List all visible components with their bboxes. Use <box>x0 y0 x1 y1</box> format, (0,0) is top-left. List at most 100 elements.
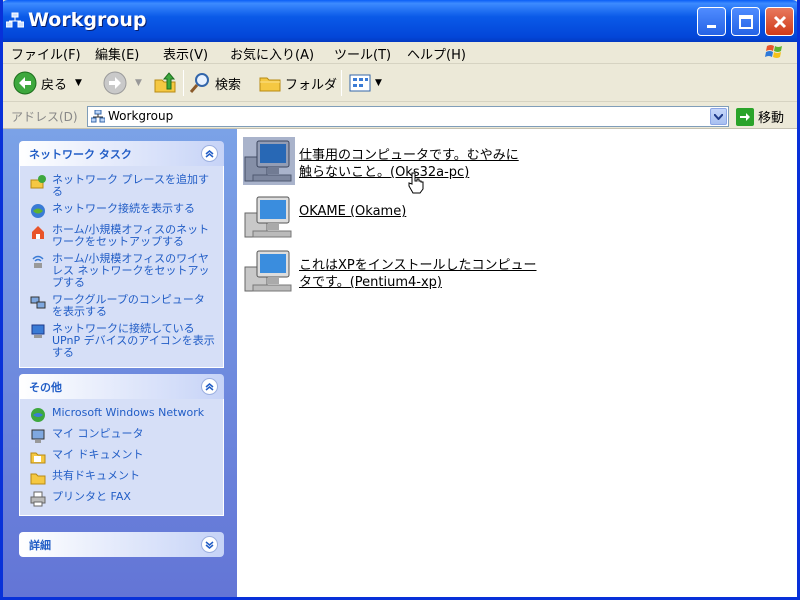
my-documents-icon <box>30 452 46 464</box>
file-view: 仕事用のコンピュータです。むやみに 触らないこと。(Oks32a-pc) OKA… <box>237 129 797 597</box>
address-dropdown-button[interactable] <box>710 108 727 125</box>
other-places-list: Microsoft Windows Network マイ コンピュータ マイ ド… <box>19 399 224 516</box>
network-tasks-list: ネットワーク プレースを追加する ネットワーク接続を表示する ホーム/小規模オフ… <box>19 166 224 368</box>
computer-label: これはXPをインストールしたコンピュー タです。(Pentium4-xp) <box>299 257 537 291</box>
details-title: 詳細 <box>29 538 51 552</box>
place-printers-and-faxes[interactable]: プリンタと FAX <box>30 491 215 507</box>
maximize-icon <box>738 14 753 29</box>
folders-button[interactable]: フォルダ <box>259 70 337 96</box>
up-folder-button[interactable] <box>153 70 177 96</box>
address-input[interactable]: Workgroup <box>87 106 729 127</box>
computer-name-line: 仕事用のコンピュータです。むやみに <box>299 148 519 163</box>
shared-documents-icon <box>30 473 46 485</box>
task-add-network-place[interactable]: ネットワーク プレースを追加する <box>30 174 215 198</box>
menu-view[interactable]: 表示(V) <box>163 44 208 63</box>
other-places-panel: その他 Microsoft Windows Network マイ コンピュータ … <box>19 374 224 516</box>
search-label: 検索 <box>215 77 242 93</box>
folders-label: フォルダ <box>285 77 338 93</box>
menu-help[interactable]: ヘルプ(H) <box>407 44 466 63</box>
computer-name-line: タです。(Pentium4-xp) <box>299 275 442 290</box>
computer-item[interactable]: OKAME (Okame) <box>243 193 406 241</box>
maximize-button[interactable] <box>731 7 760 36</box>
menu-tools[interactable]: ツール(T) <box>334 44 391 63</box>
menu-bar: ファイル(F) 編集(E) 表示(V) お気に入り(A) ツール(T) ヘルプ(… <box>3 42 797 64</box>
computer-name-line: 触らないこと。(Oks32a-pc) <box>299 165 470 180</box>
up-folder-icon <box>154 72 176 93</box>
task-show-upnp-devices[interactable]: ネットワークに接続している UPnP デバイスのアイコンを表示する <box>30 323 215 359</box>
toolbar-separator <box>341 70 342 96</box>
go-label: 移動 <box>758 111 785 126</box>
chevron-up-icon <box>205 149 214 158</box>
windows-logo-icon <box>765 45 782 58</box>
upnp-device-icon <box>31 324 45 338</box>
menu-file[interactable]: ファイル(F) <box>11 44 81 63</box>
computer-icon <box>244 250 292 292</box>
computer-icon <box>243 137 295 185</box>
menu-edit[interactable]: 編集(E) <box>95 44 139 63</box>
computer-name-line: これはXPをインストールしたコンピュー <box>299 258 537 273</box>
task-setup-wireless-network[interactable]: ホーム/小規模オフィスのワイヤレス ネットワークをセットアップする <box>30 253 215 289</box>
back-label: 戻る <box>41 77 68 93</box>
details-header[interactable]: 詳細 <box>19 532 224 557</box>
go-arrow-icon <box>736 107 754 126</box>
wireless-network-icon <box>32 255 44 268</box>
forward-dropdown-icon[interactable]: ▼ <box>135 78 142 88</box>
back-dropdown-icon[interactable]: ▼ <box>75 78 82 88</box>
window-title: Workgroup <box>28 9 147 31</box>
forward-button[interactable]: ▼ <box>103 70 142 96</box>
address-value: Workgroup <box>108 109 174 123</box>
go-button[interactable]: 移動 <box>736 107 784 126</box>
other-places-header[interactable]: その他 <box>19 374 224 399</box>
home-network-icon <box>32 226 44 239</box>
title-bar[interactable]: Workgroup <box>3 0 797 42</box>
toolbar: 戻る ▼ ▼ 検索 フォルダ ▼ <box>3 64 797 102</box>
network-connections-icon <box>31 204 45 218</box>
explorer-window: Workgroup ファイル(F) 編集(E) 表示(V) お気に入り(A) ツ… <box>0 0 800 600</box>
computer-item[interactable]: これはXPをインストールしたコンピュー タです。(Pentium4-xp) <box>243 247 537 295</box>
forward-arrow-icon <box>103 71 127 95</box>
collapse-button[interactable] <box>201 378 218 395</box>
task-view-network-connections[interactable]: ネットワーク接続を表示する <box>30 203 215 219</box>
chevron-down-icon <box>714 113 723 120</box>
views-button[interactable]: ▼ <box>349 70 382 96</box>
printer-icon <box>30 491 46 507</box>
address-bar: アドレス(D) Workgroup 移動 <box>3 103 797 129</box>
expand-button[interactable] <box>201 536 218 553</box>
toolbar-separator <box>183 70 184 96</box>
close-button[interactable] <box>765 7 794 36</box>
menu-favorites[interactable]: お気に入り(A) <box>230 44 314 63</box>
other-places-title: その他 <box>29 380 62 394</box>
network-tasks-panel: ネットワーク タスク ネットワーク プレースを追加する ネットワーク接続を表示す… <box>19 141 224 368</box>
computer-name-line: OKAME (Okame) <box>299 204 407 219</box>
place-microsoft-windows-network[interactable]: Microsoft Windows Network <box>30 407 215 423</box>
my-computer-icon <box>31 429 45 443</box>
workgroup-icon <box>30 296 46 309</box>
computer-item[interactable]: 仕事用のコンピュータです。むやみに 触らないこと。(Oks32a-pc) <box>243 137 519 185</box>
views-icon <box>349 74 371 92</box>
task-setup-home-network[interactable]: ホーム/小規模オフィスのネットワークをセットアップする <box>30 224 215 248</box>
computer-icon <box>244 196 292 238</box>
place-my-computer[interactable]: マイ コンピュータ <box>30 428 215 444</box>
folder-icon <box>259 77 281 92</box>
views-dropdown-icon: ▼ <box>375 78 382 88</box>
chevron-up-icon <box>205 382 214 391</box>
task-view-workgroup-computers[interactable]: ワークグループのコンピュータを表示する <box>30 294 215 318</box>
network-tasks-title: ネットワーク タスク <box>29 147 132 161</box>
hand-cursor-icon <box>408 172 424 194</box>
search-button[interactable]: 検索 <box>189 70 241 96</box>
back-button[interactable]: 戻る ▼ <box>13 70 82 96</box>
close-icon <box>773 15 786 28</box>
computer-label: OKAME (Okame) <box>299 203 406 220</box>
network-tasks-header[interactable]: ネットワーク タスク <box>19 141 224 166</box>
back-arrow-icon <box>13 71 37 95</box>
search-icon <box>189 73 209 93</box>
add-network-place-icon <box>30 175 46 189</box>
network-icon <box>6 12 24 28</box>
collapse-button[interactable] <box>201 145 218 162</box>
minimize-button[interactable] <box>697 7 726 36</box>
place-my-documents[interactable]: マイ ドキュメント <box>30 449 215 465</box>
place-shared-documents[interactable]: 共有ドキュメント <box>30 470 215 486</box>
address-label: アドレス(D) <box>11 110 78 124</box>
network-icon <box>91 110 105 123</box>
task-pane: ネットワーク タスク ネットワーク プレースを追加する ネットワーク接続を表示す… <box>3 129 237 597</box>
